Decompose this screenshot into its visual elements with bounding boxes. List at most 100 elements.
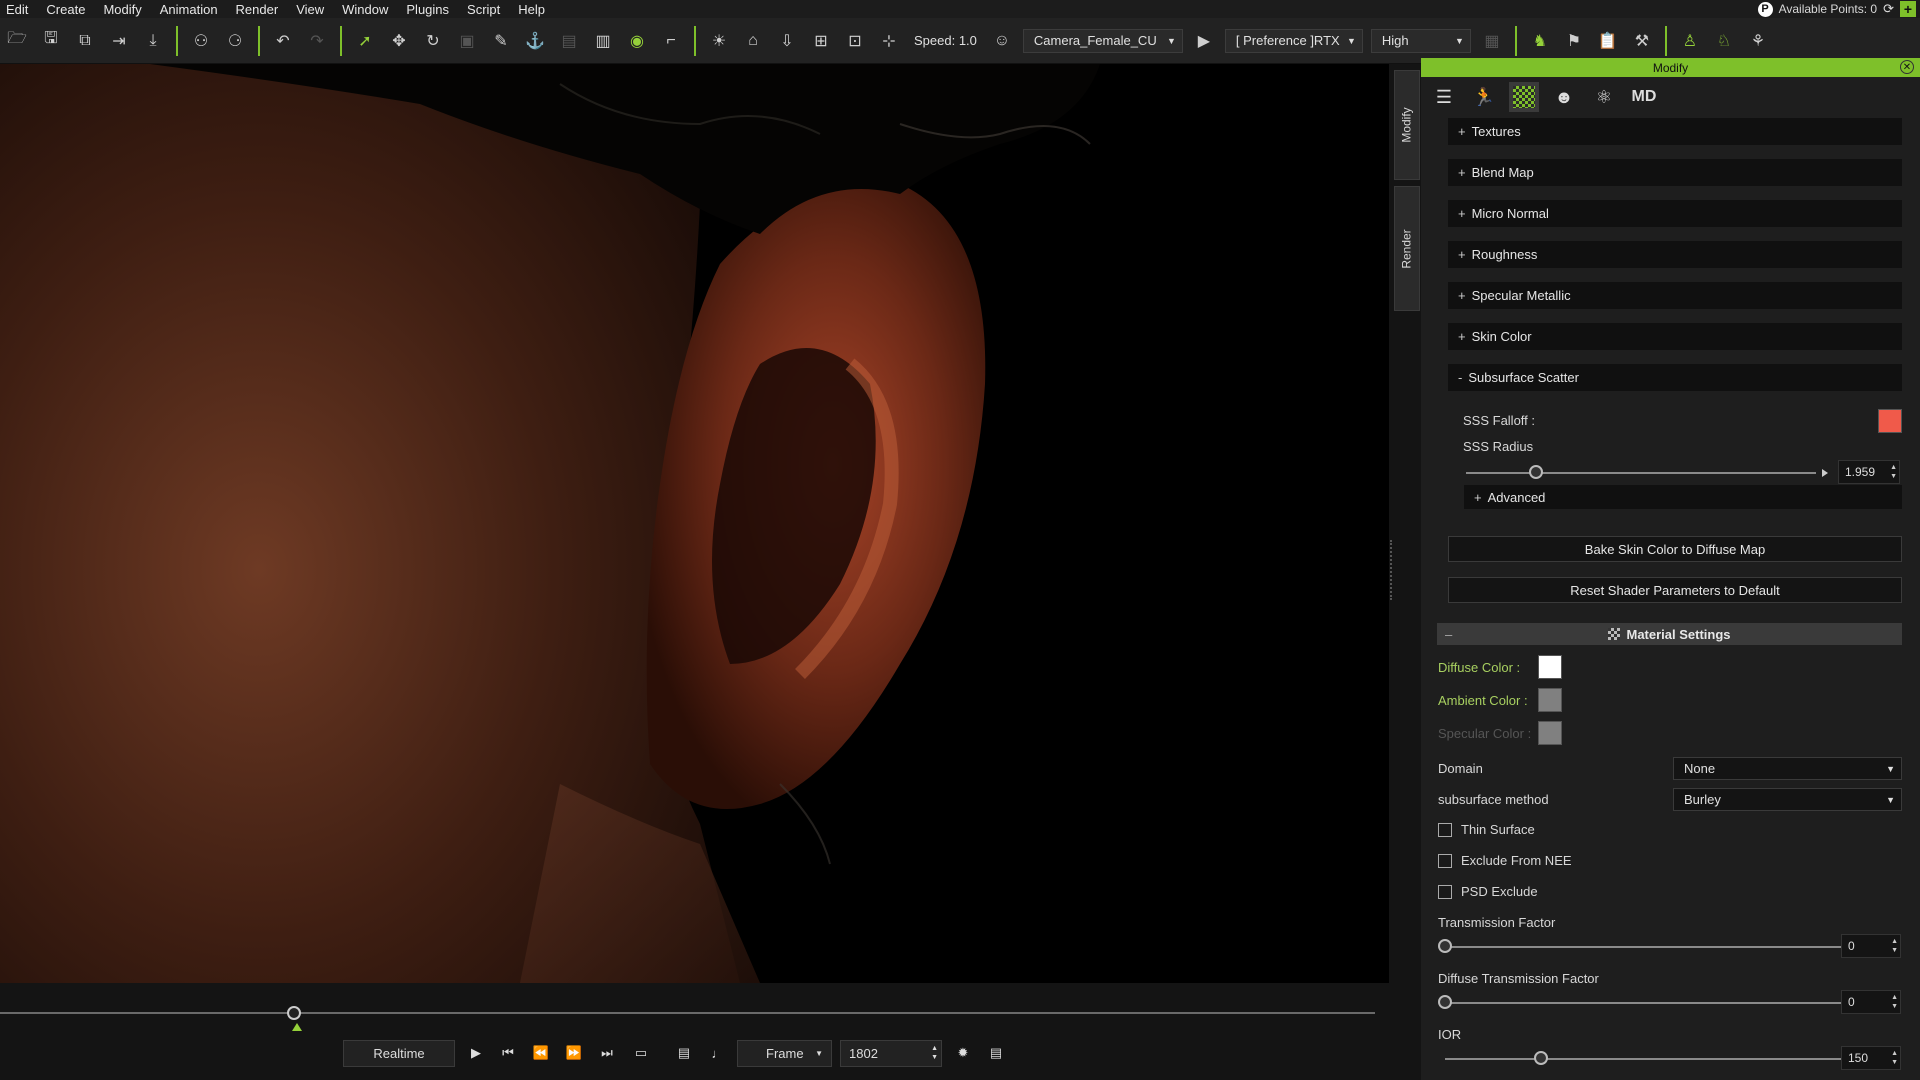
timeline-track[interactable] — [0, 1012, 1375, 1014]
frame-mode-select[interactable]: Frame ▼ — [737, 1040, 832, 1067]
transmission-slider-thumb[interactable] — [1438, 939, 1452, 953]
tab-attributes-sliders-icon[interactable]: ☰ — [1429, 82, 1459, 112]
undo-icon[interactable]: ↶ — [270, 28, 296, 54]
menu-window[interactable]: Window — [333, 2, 397, 17]
scale-icon[interactable]: ▣ — [454, 28, 480, 54]
align-icon[interactable]: ▤ — [556, 28, 582, 54]
transmission-spinbox[interactable]: 0 ▲ ▼ — [1841, 934, 1901, 958]
reset-shader-button[interactable]: Reset Shader Parameters to Default — [1448, 577, 1902, 603]
next-frame-icon[interactable]: ⏩ — [564, 1040, 584, 1066]
pick-parent-icon[interactable]: ⌐ — [658, 28, 684, 54]
spin-arrows-icon[interactable]: ▲ ▼ — [931, 1044, 938, 1062]
sss-radius-slider-track[interactable] — [1466, 472, 1816, 474]
edit-pen-icon[interactable]: ✎ — [488, 28, 514, 54]
sss-radius-spinbox[interactable]: 1.959 ▲ ▼ — [1838, 460, 1900, 484]
move-icon[interactable]: ✥ — [386, 28, 412, 54]
exclude-from-nee-checkbox[interactable] — [1438, 854, 1452, 868]
psd-exclude-checkbox[interactable] — [1438, 885, 1452, 899]
subtitle-icon[interactable]: ▤ — [674, 1040, 694, 1066]
character-add-icon[interactable]: ♘ — [1711, 28, 1737, 54]
spin-arrows-icon[interactable]: ▲ ▼ — [1891, 937, 1898, 955]
domain-dropdown[interactable]: None ▼ — [1673, 757, 1902, 780]
home-icon[interactable]: ⌂ — [740, 28, 766, 54]
render-preference-select[interactable]: [ Preference ]RTX ▼ — [1224, 28, 1363, 53]
sss-falloff-color-swatch[interactable] — [1878, 409, 1902, 433]
menu-render[interactable]: Render — [227, 2, 288, 17]
spin-arrows-icon[interactable]: ▲ ▼ — [1890, 463, 1897, 481]
timeline-list-icon[interactable]: ▤ — [985, 1040, 1007, 1066]
rotate-icon[interactable]: ↻ — [420, 28, 446, 54]
3d-viewport[interactable] — [0, 64, 1389, 983]
snap-icon[interactable]: ⚓ — [522, 28, 548, 54]
open-folder-icon[interactable]: 🗁 — [4, 28, 30, 54]
camera-select[interactable]: Camera_Female_CU ▼ — [1022, 28, 1183, 53]
section-roughness[interactable]: + Roughness — [1448, 241, 1902, 268]
bake-skin-color-button[interactable]: Bake Skin Color to Diffuse Map — [1448, 536, 1902, 562]
transmission-slider-track[interactable] — [1445, 946, 1854, 948]
tab-modify-vertical[interactable]: Modify — [1394, 70, 1420, 180]
menu-plugins[interactable]: Plugins — [397, 2, 458, 17]
menu-script[interactable]: Script — [458, 2, 509, 17]
ambient-color-swatch[interactable] — [1538, 688, 1562, 712]
skip-to-start-icon[interactable]: ⏮ — [498, 1040, 518, 1066]
timeline-playhead[interactable] — [287, 1006, 301, 1020]
visibility-eye-icon[interactable]: ◉ — [624, 28, 650, 54]
scene-icon[interactable]: ♞ — [1527, 28, 1553, 54]
section-micro-normal[interactable]: + Micro Normal — [1448, 200, 1902, 227]
redo-icon[interactable]: ↷ — [304, 28, 330, 54]
material-settings-header[interactable]: – Material Settings — [1437, 623, 1902, 645]
section-subsurface-scatter[interactable]: - Subsurface Scatter — [1448, 364, 1902, 391]
spin-arrows-icon[interactable]: ▲ ▼ — [1891, 993, 1898, 1011]
camera-icon[interactable]: ▶ — [1191, 28, 1217, 54]
zoom-selected-icon[interactable]: ⊡ — [842, 28, 868, 54]
character-icon[interactable]: ♙ — [1677, 28, 1703, 54]
zoom-extents-icon[interactable]: ⊞ — [808, 28, 834, 54]
tab-render-vertical[interactable]: Render — [1394, 186, 1420, 311]
menu-animation[interactable]: Animation — [151, 2, 227, 17]
section-textures[interactable]: + Textures — [1448, 118, 1902, 145]
tab-physics-icon[interactable]: ⚛ — [1589, 82, 1619, 112]
ior-spinbox[interactable]: 150 ▲ ▼ — [1841, 1046, 1901, 1070]
previous-frame-icon[interactable]: ⏪ — [531, 1040, 551, 1066]
light-icon[interactable]: ☀ — [706, 28, 732, 54]
render-settings-icon[interactable]: ▦ — [1479, 28, 1505, 54]
section-skin-color[interactable]: + Skin Color — [1448, 323, 1902, 350]
thin-surface-checkbox[interactable] — [1438, 823, 1452, 837]
tab-motion-icon[interactable]: 🏃 — [1469, 82, 1499, 112]
diffuse-transmission-slider-thumb[interactable] — [1438, 995, 1452, 1009]
export-usd-icon[interactable]: ⤓ — [140, 28, 166, 54]
export-icon[interactable]: ⇥ — [106, 28, 132, 54]
diffuse-transmission-spinbox[interactable]: 0 ▲ ▼ — [1841, 990, 1901, 1014]
sss-radius-slider-thumb[interactable] — [1529, 465, 1543, 479]
spin-arrows-icon[interactable]: ▲ ▼ — [1891, 1049, 1898, 1067]
close-icon[interactable]: ✕ — [1900, 60, 1914, 74]
tab-material-icon[interactable] — [1509, 82, 1539, 112]
add-points-icon[interactable]: + — [1900, 1, 1916, 17]
menu-help[interactable]: Help — [509, 2, 554, 17]
save-icon[interactable]: 🖫 — [38, 28, 64, 54]
loop-icon[interactable]: ▭ — [629, 1040, 653, 1066]
realtime-button[interactable]: Realtime — [343, 1040, 455, 1067]
section-blend-map[interactable]: + Blend Map — [1448, 159, 1902, 186]
diffuse-transmission-slider-track[interactable] — [1445, 1002, 1854, 1004]
timeline-settings-gear-icon[interactable]: ✹ — [952, 1040, 974, 1066]
audio-note-icon[interactable]: ♩ — [708, 1040, 728, 1066]
menu-edit[interactable]: Edit — [0, 2, 37, 17]
motion-icon[interactable]: ⚆ — [222, 28, 248, 54]
menu-modify[interactable]: Modify — [94, 2, 150, 17]
face-icon[interactable]: ☺ — [989, 28, 1015, 54]
orbit-icon[interactable]: ⊹ — [876, 28, 902, 54]
network-icon[interactable]: ⚘ — [1745, 28, 1771, 54]
tab-md-icon[interactable]: MD — [1629, 82, 1659, 112]
menu-create[interactable]: Create — [37, 2, 94, 17]
refresh-icon[interactable]: ⟳ — [1883, 1, 1894, 17]
ior-slider-track[interactable] — [1445, 1058, 1854, 1060]
skip-to-end-icon[interactable]: ⏭ — [597, 1040, 617, 1066]
section-advanced[interactable]: + Advanced — [1464, 485, 1902, 509]
quality-select[interactable]: High ▼ — [1370, 28, 1471, 53]
frame-number-spinbox[interactable]: 1802 ▲ ▼ — [840, 1040, 942, 1067]
section-specular-metallic[interactable]: + Specular Metallic — [1448, 282, 1902, 309]
panel-splitter[interactable] — [1390, 540, 1393, 600]
subsurface-method-dropdown[interactable]: Burley ▼ — [1673, 788, 1902, 811]
tab-morph-icon[interactable]: ☻ — [1549, 82, 1579, 112]
